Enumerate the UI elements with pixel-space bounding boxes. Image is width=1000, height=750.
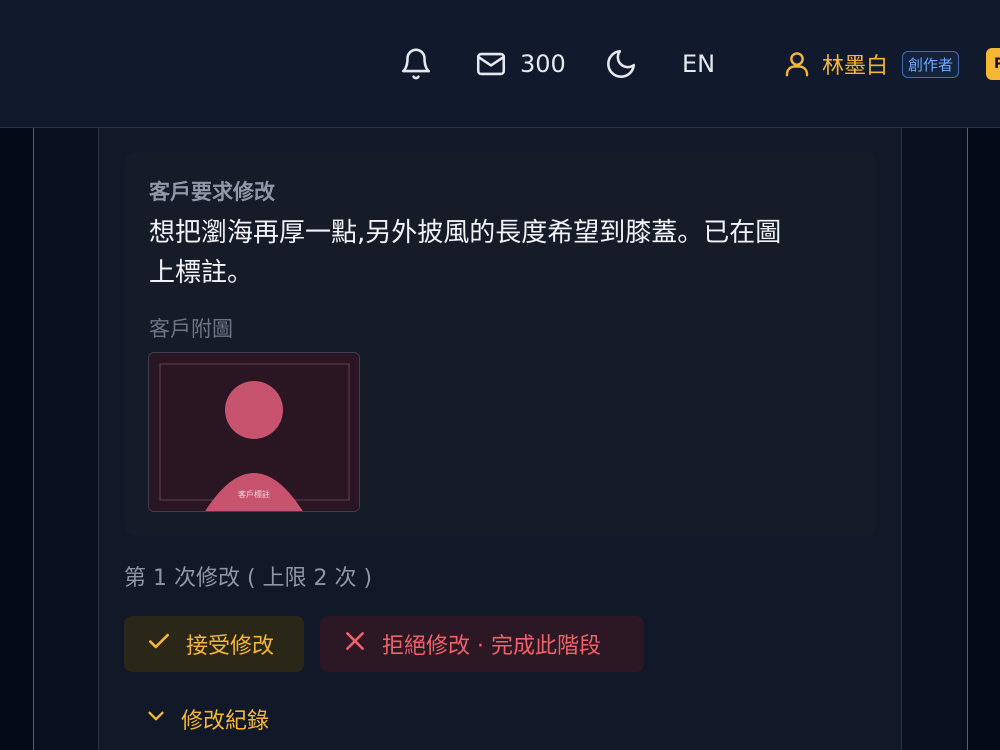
moon-icon (604, 47, 638, 81)
request-title: 客戶要求修改 (149, 180, 275, 204)
chevron-down-icon (145, 705, 167, 733)
mail-count: 300 (520, 50, 566, 78)
mail-button[interactable]: 300 (474, 40, 566, 88)
accept-label: 接受修改 (186, 634, 275, 659)
request-message-line: 上標註。 (149, 258, 254, 288)
language-label: EN (682, 50, 716, 78)
thumbnail-caption: 客戶標註 (238, 489, 270, 499)
user-name: 林墨白 (822, 54, 889, 79)
attachment-label: 客戶附圖 (149, 317, 233, 341)
user-icon (782, 49, 812, 79)
check-icon (146, 628, 172, 660)
bell-icon (399, 47, 433, 81)
reject-revision-button[interactable]: 拒絕修改 · 完成此階段 (320, 616, 644, 672)
accept-revision-button[interactable]: 接受修改 (124, 616, 304, 672)
role-badge: 創作者 (902, 50, 960, 78)
theme-toggle[interactable] (604, 40, 638, 88)
history-label: 修改紀錄 (181, 709, 270, 734)
x-icon (342, 628, 368, 660)
top-header: 300 EN 林墨白 創作者 P (0, 0, 1000, 128)
reject-label: 拒絕修改 · 完成此階段 (382, 634, 601, 659)
plan-badge: P (986, 48, 1000, 80)
request-message-line: 想把瀏海再厚一點,另外披風的長度希望到膝蓋。已在圖 (149, 218, 782, 248)
notification-button[interactable] (399, 40, 433, 88)
revision-count: 第 1 次修改 ( 上限 2 次 ) (124, 566, 373, 591)
language-switch[interactable]: EN (682, 40, 715, 88)
revision-history-toggle[interactable]: 修改紀錄 (145, 700, 269, 738)
mail-icon (474, 47, 508, 81)
placeholder-head (225, 381, 283, 439)
attachment-thumbnail[interactable]: 客戶標註 (148, 352, 360, 512)
request-message: 想把瀏海再厚一點,另外披風的長度希望到膝蓋。已在圖 上標註。 (149, 213, 849, 293)
user-menu[interactable]: 林墨白 創作者 (782, 40, 960, 88)
